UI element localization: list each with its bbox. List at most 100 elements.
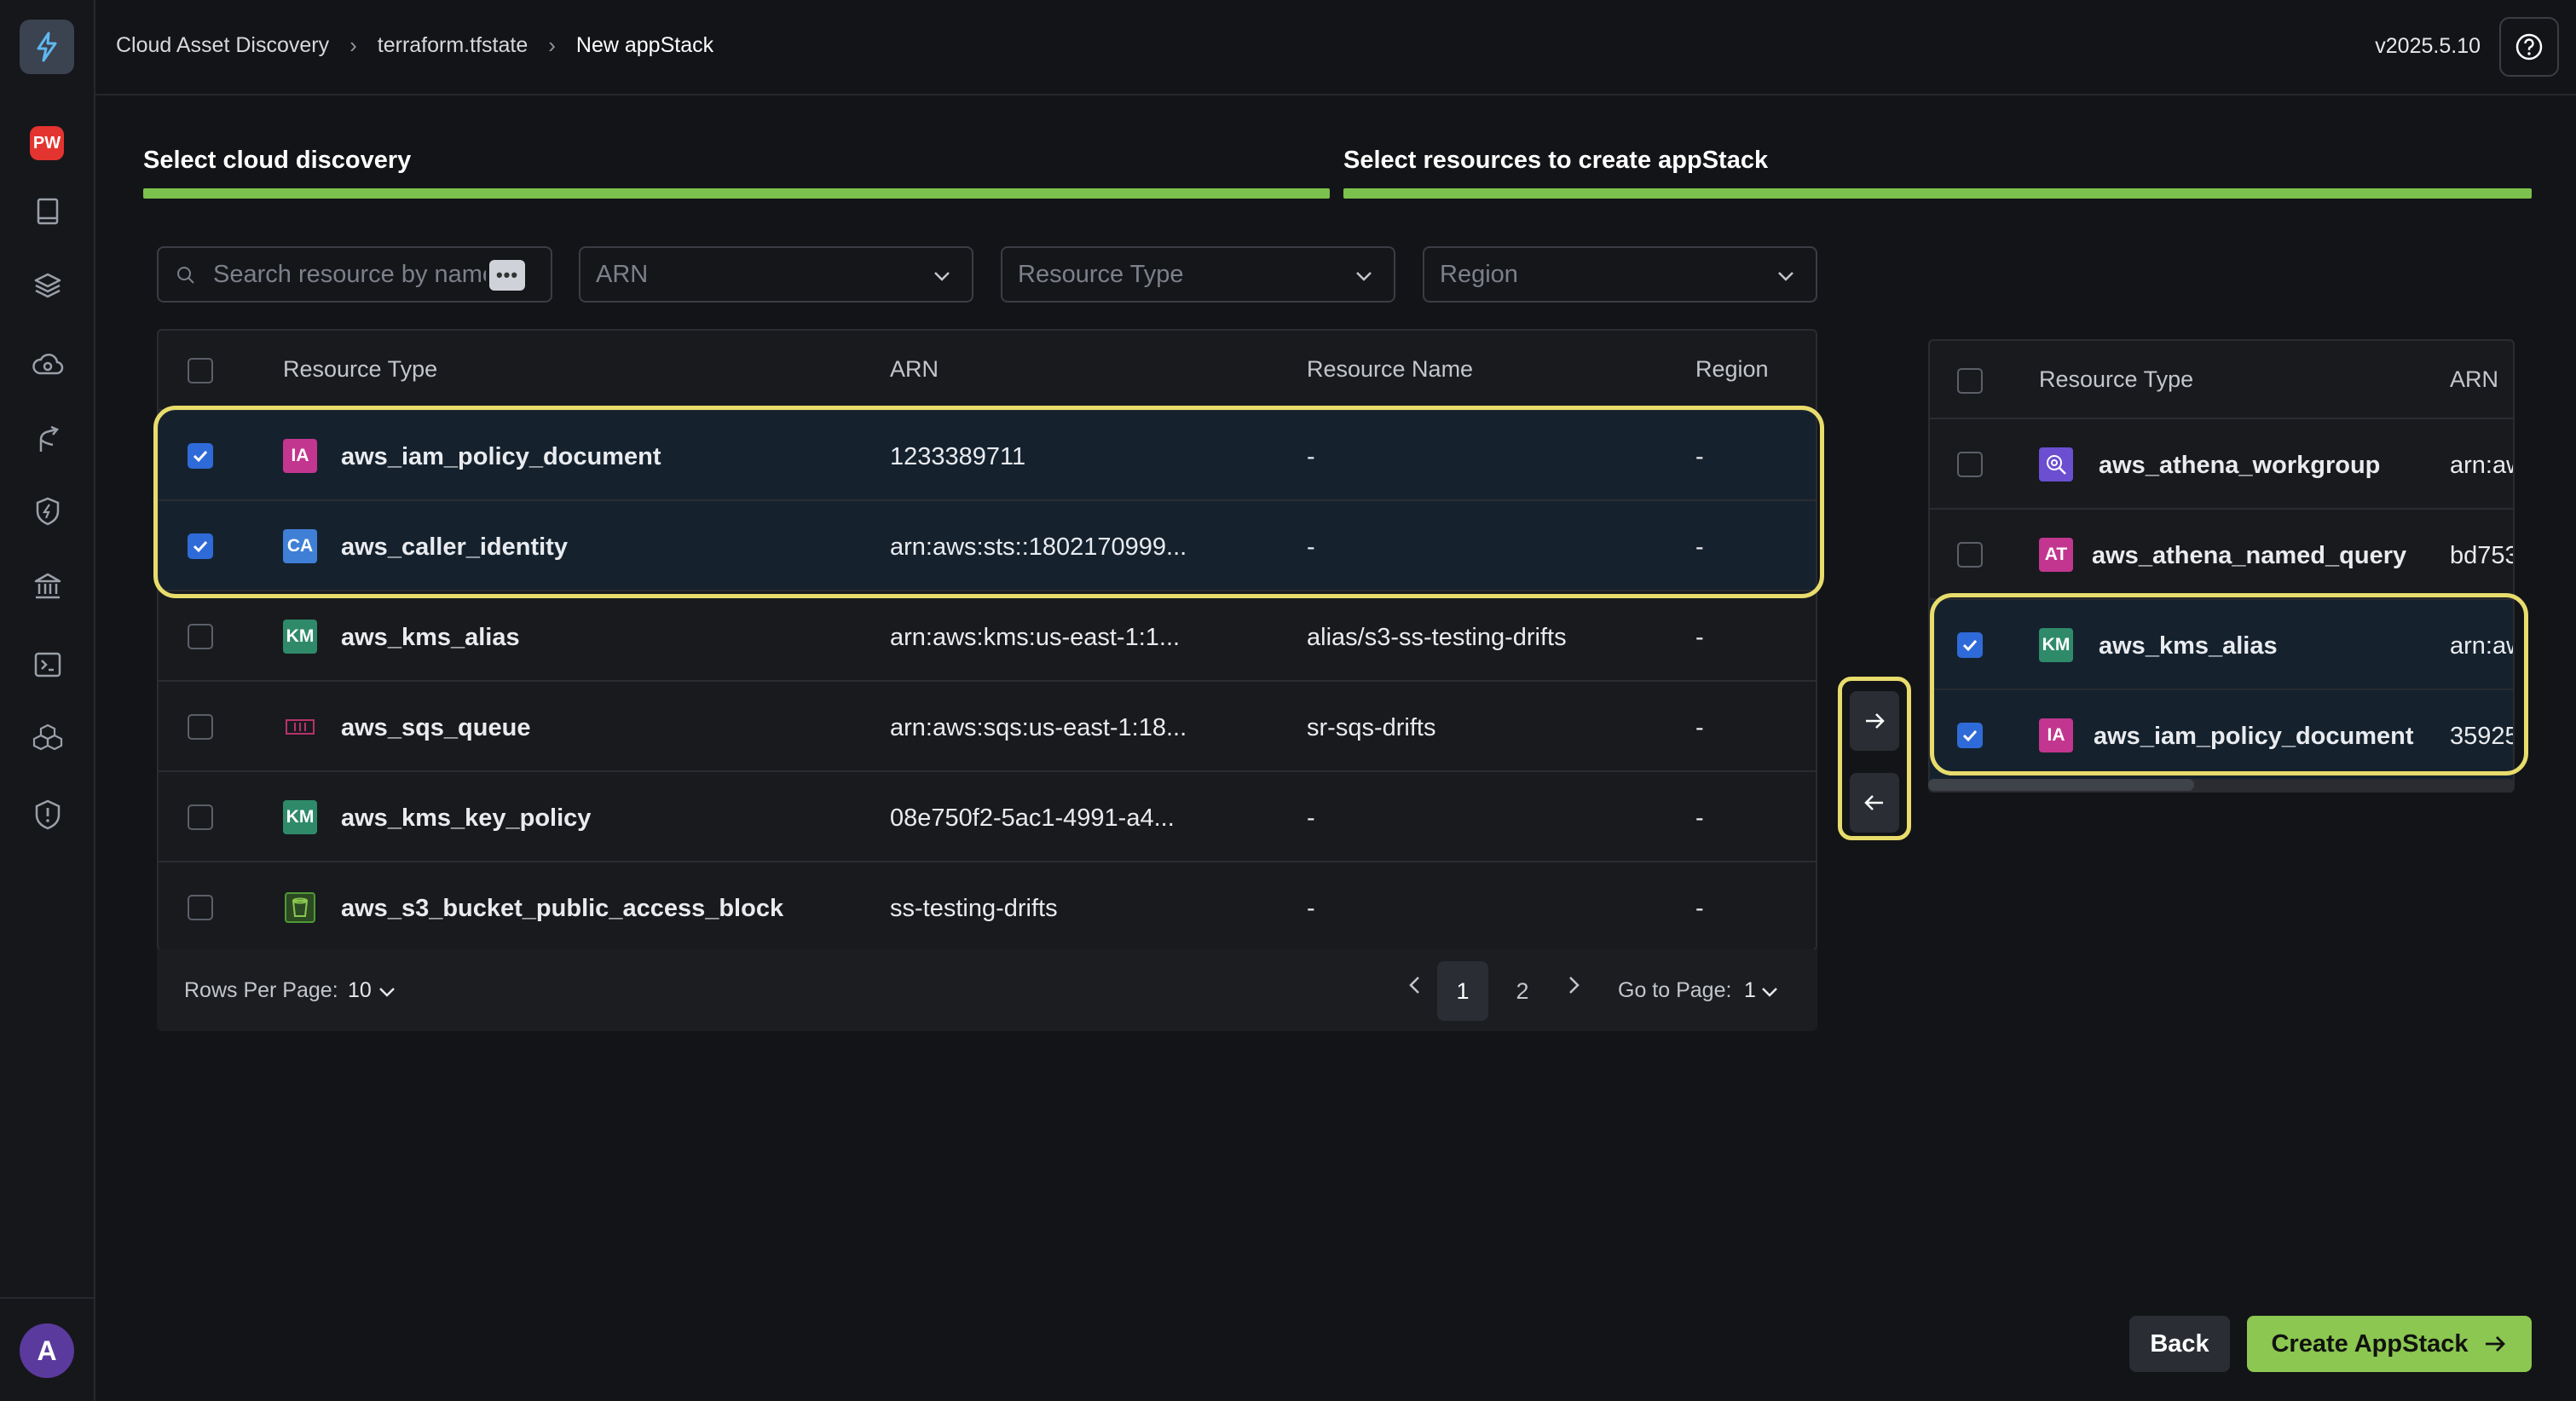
table-row[interactable]: CA aws_caller_identity arn:aws:sts::1802… — [159, 501, 1816, 591]
workspace-badge[interactable]: PW — [30, 126, 64, 160]
resource-name-cell: - — [1307, 895, 1315, 922]
row-checkbox[interactable] — [188, 804, 213, 830]
table-row[interactable]: aws_s3_bucket_public_access_block ss-tes… — [159, 862, 1816, 953]
kms-icon: KM — [283, 620, 317, 654]
table-row[interactable]: aws_athena_workgroup arn:aw — [1930, 419, 2513, 510]
shield-alert-icon[interactable] — [31, 798, 65, 832]
cubes-icon[interactable] — [31, 721, 65, 755]
pagination-bar: Rows Per Page: 10 1 2 Go to Page: 1 — [157, 949, 1817, 1031]
check-icon — [193, 450, 208, 463]
user-avatar[interactable]: A — [20, 1323, 74, 1378]
column-header-arn[interactable]: ARN — [890, 356, 939, 383]
chevron-down-icon[interactable] — [377, 982, 397, 1002]
create-appstack-label: Create AppStack — [2271, 1329, 2469, 1358]
branch-icon[interactable] — [31, 423, 65, 457]
page-button-2[interactable]: 2 — [1497, 961, 1548, 1021]
search-input[interactable]: Search resource by name ••• — [157, 246, 552, 303]
breadcrumb-item-tfstate[interactable]: terraform.tfstate — [378, 33, 528, 58]
table-header: Resource Type ARN Resource Name Region — [159, 331, 1816, 411]
chevron-down-icon — [934, 272, 950, 281]
terminal-icon[interactable] — [31, 648, 65, 682]
resource-type-cell: aws_athena_workgroup — [2099, 452, 2381, 479]
arn-cell: 1233389711 — [890, 443, 1026, 470]
help-icon — [2515, 33, 2543, 61]
row-checkbox[interactable] — [188, 533, 213, 559]
row-checkbox[interactable] — [1957, 452, 1983, 477]
breadcrumb-item-discovery[interactable]: Cloud Asset Discovery — [116, 33, 329, 58]
row-checkbox[interactable] — [188, 443, 213, 469]
select-all-checkbox[interactable] — [1957, 368, 1983, 394]
resource-type-cell: aws_caller_identity — [341, 533, 568, 561]
move-right-button[interactable] — [1850, 691, 1899, 751]
iam-icon: IA — [2039, 718, 2073, 752]
discovery-table: Resource Type ARN Resource Name Region I… — [157, 329, 1817, 951]
arn-cell: arn:aws:sqs:us-east-1:18... — [890, 714, 1187, 741]
arrow-left-icon — [1864, 795, 1883, 810]
column-header-region[interactable]: Region — [1695, 356, 1769, 383]
arrow-right-icon — [2485, 1336, 2505, 1352]
arn-filter-label: ARN — [596, 260, 649, 288]
table-row[interactable]: KM aws_kms_alias arn:aw — [1930, 600, 2513, 690]
chevron-right-icon[interactable] — [1562, 973, 1585, 997]
table-row[interactable]: IA aws_iam_policy_document 35925 — [1930, 690, 2513, 781]
book-icon[interactable] — [31, 194, 65, 228]
create-appstack-button[interactable]: Create AppStack — [2247, 1316, 2532, 1372]
move-left-button[interactable] — [1850, 773, 1899, 833]
table-row[interactable]: AT aws_athena_named_query bd753 — [1930, 510, 2513, 600]
row-checkbox[interactable] — [188, 895, 213, 920]
more-options-button[interactable]: ••• — [489, 260, 525, 291]
shield-bolt-icon[interactable] — [31, 494, 65, 528]
chevron-down-icon — [1356, 272, 1372, 281]
help-button[interactable] — [2499, 17, 2559, 77]
resource-type-filter-label: Resource Type — [1018, 260, 1184, 288]
row-checkbox[interactable] — [1957, 542, 1983, 568]
arn-filter-select[interactable]: ARN — [579, 246, 973, 303]
row-checkbox[interactable] — [188, 624, 213, 649]
transfer-controls — [1838, 677, 1911, 840]
row-checkbox[interactable] — [1957, 723, 1983, 748]
go-to-page-select[interactable]: 1 — [1744, 978, 1756, 1003]
check-icon — [193, 540, 208, 553]
chevron-left-icon[interactable] — [1403, 973, 1427, 997]
column-header-resource-type[interactable]: Resource Type — [2039, 366, 2193, 393]
search-icon — [177, 267, 194, 284]
resource-name-cell: - — [1307, 533, 1315, 561]
resource-type-filter-select[interactable]: Resource Type — [1001, 246, 1395, 303]
chevron-right-icon: › — [548, 32, 556, 58]
sqs-icon — [283, 710, 317, 744]
resource-name-cell: - — [1307, 443, 1315, 470]
bank-icon[interactable] — [31, 569, 65, 603]
row-checkbox[interactable] — [188, 714, 213, 740]
page-button-1[interactable]: 1 — [1437, 961, 1488, 1021]
chevron-down-icon[interactable] — [1759, 982, 1780, 1002]
table-row[interactable]: aws_sqs_queue arn:aws:sqs:us-east-1:18..… — [159, 682, 1816, 772]
column-header-arn[interactable]: ARN — [2450, 366, 2498, 393]
back-button[interactable]: Back — [2129, 1316, 2230, 1372]
horizontal-scrollbar[interactable] — [1928, 779, 2515, 791]
app-logo-icon[interactable] — [20, 20, 74, 74]
table-row[interactable]: IA aws_iam_policy_document 1233389711 - … — [159, 411, 1816, 501]
kms-icon: KM — [2039, 628, 2073, 662]
resource-name-cell: - — [1307, 804, 1315, 832]
arn-cell: arn:aw — [2450, 632, 2513, 660]
scrollbar-thumb[interactable] — [1928, 779, 2194, 791]
row-checkbox[interactable] — [1957, 632, 1983, 658]
region-filter-select[interactable]: Region — [1423, 246, 1817, 303]
region-filter-label: Region — [1440, 260, 1518, 288]
column-header-resource-type[interactable]: Resource Type — [283, 356, 437, 383]
breadcrumb-item-current: New appStack — [575, 33, 714, 57]
resource-name-cell: alias/s3-ss-testing-drifts — [1307, 624, 1567, 651]
table-row[interactable]: KM aws_kms_alias arn:aws:kms:us-east-1:1… — [159, 591, 1816, 682]
column-header-resource-name[interactable]: Resource Name — [1307, 356, 1473, 383]
cloud-search-icon[interactable] — [31, 348, 65, 382]
breadcrumb: Cloud Asset Discovery › terraform.tfstat… — [116, 32, 713, 59]
select-all-checkbox[interactable] — [188, 358, 213, 383]
table-row[interactable]: KM aws_kms_key_policy 08e750f2-5ac1-4991… — [159, 772, 1816, 862]
region-cell: - — [1695, 804, 1704, 832]
resource-type-cell: aws_athena_named_query — [2092, 542, 2407, 569]
arn-cell: arn:aw — [2450, 452, 2513, 479]
rows-per-page-select[interactable]: 10 — [348, 978, 372, 1003]
version-label: v2025.5.10 — [2375, 34, 2481, 58]
resource-type-cell: aws_iam_policy_document — [341, 443, 661, 470]
layers-icon[interactable] — [31, 268, 65, 303]
